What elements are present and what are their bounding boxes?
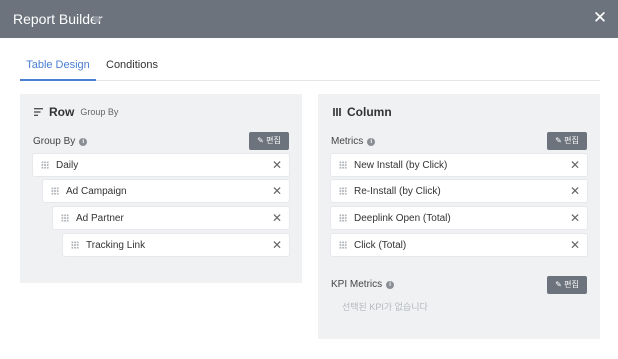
remove-icon[interactable]: ✕ xyxy=(272,239,282,251)
metric-item[interactable]: Deeplink Open (Total) ✕ xyxy=(331,207,587,229)
pencil-icon: ✎ xyxy=(555,136,562,145)
metrics-label: Metrics i xyxy=(331,136,376,147)
edit-button-label: 편집 xyxy=(564,136,579,145)
drag-handle-icon[interactable] xyxy=(71,241,79,249)
group-by-item[interactable]: Tracking Link ✕ xyxy=(63,234,289,256)
metric-item[interactable]: Click (Total) ✕ xyxy=(331,234,587,256)
column-title: Column xyxy=(347,105,392,119)
group-by-item-label: Daily xyxy=(56,159,79,171)
status-dot-icon xyxy=(93,16,100,23)
group-by-item-label: Ad Partner xyxy=(76,212,124,224)
drag-handle-icon[interactable] xyxy=(51,187,59,195)
drag-handle-icon[interactable] xyxy=(61,214,69,222)
row-panel-header: Row Group By xyxy=(34,104,118,120)
group-by-item[interactable]: Ad Campaign ✕ xyxy=(43,180,289,202)
metric-item-label: Click (Total) xyxy=(354,239,407,251)
group-by-edit-button[interactable]: ✎ 편집 xyxy=(249,132,289,150)
columns-icon xyxy=(333,103,341,121)
info-icon: i xyxy=(79,137,88,146)
tab-table-design[interactable]: Table Design xyxy=(20,52,96,81)
metrics-edit-button[interactable]: ✎ 편집 xyxy=(547,132,587,150)
row-title: Row xyxy=(49,105,75,119)
info-icon: i xyxy=(367,137,376,146)
sort-lines-icon xyxy=(34,103,43,121)
edit-button-label: 편집 xyxy=(564,280,579,289)
remove-icon[interactable]: ✕ xyxy=(570,212,580,224)
row-panel: Row Group By Group By i ✎ 편집 Daily ✕ Ad … xyxy=(20,94,302,283)
tab-conditions[interactable]: Conditions xyxy=(106,52,158,81)
kpi-metrics-label-text: KPI Metrics xyxy=(331,279,383,290)
title-bar: Report Builder ✕ xyxy=(0,0,618,38)
metric-item-label: New Install (by Click) xyxy=(354,159,448,171)
remove-icon[interactable]: ✕ xyxy=(272,212,282,224)
metric-item[interactable]: New Install (by Click) ✕ xyxy=(331,154,587,176)
group-by-item-label: Tracking Link xyxy=(86,239,146,251)
column-panel: Column Metrics i ✎ 편집 New Install (by Cl… xyxy=(318,94,600,339)
drag-handle-icon[interactable] xyxy=(339,241,347,249)
group-by-item-label: Ad Campaign xyxy=(66,185,127,197)
metric-item-label: Re-Install (by Click) xyxy=(354,185,441,197)
kpi-metrics-label: KPI Metrics i xyxy=(331,279,395,290)
tab-bar: Table Design Conditions xyxy=(20,52,600,81)
metric-item[interactable]: Re-Install (by Click) ✕ xyxy=(331,180,587,202)
group-by-item[interactable]: Daily ✕ xyxy=(33,154,289,176)
kpi-edit-button[interactable]: ✎ 편집 xyxy=(547,276,587,294)
drag-handle-icon[interactable] xyxy=(339,161,347,169)
edit-button-label: 편집 xyxy=(266,136,281,145)
metrics-label-text: Metrics xyxy=(331,136,364,147)
drag-handle-icon[interactable] xyxy=(339,187,347,195)
group-by-item[interactable]: Ad Partner ✕ xyxy=(53,207,289,229)
group-by-label-text: Group By xyxy=(33,136,76,147)
metric-item-label: Deeplink Open (Total) xyxy=(354,212,451,224)
drag-handle-icon[interactable] xyxy=(41,161,49,169)
row-subtitle: Group By xyxy=(80,107,119,117)
remove-icon[interactable]: ✕ xyxy=(272,159,282,171)
remove-icon[interactable]: ✕ xyxy=(570,239,580,251)
pencil-icon: ✎ xyxy=(555,280,562,289)
column-panel-header: Column xyxy=(333,104,392,120)
drag-handle-icon[interactable] xyxy=(339,214,347,222)
window-title: Report Builder xyxy=(13,11,103,27)
pencil-icon: ✎ xyxy=(257,136,264,145)
group-by-label: Group By i xyxy=(33,136,88,147)
remove-icon[interactable]: ✕ xyxy=(570,185,580,197)
remove-icon[interactable]: ✕ xyxy=(272,185,282,197)
close-icon[interactable]: ✕ xyxy=(591,8,609,28)
kpi-empty-message: 선택된 KPI가 없습니다 xyxy=(342,302,428,312)
info-icon: i xyxy=(386,280,395,289)
remove-icon[interactable]: ✕ xyxy=(570,159,580,171)
